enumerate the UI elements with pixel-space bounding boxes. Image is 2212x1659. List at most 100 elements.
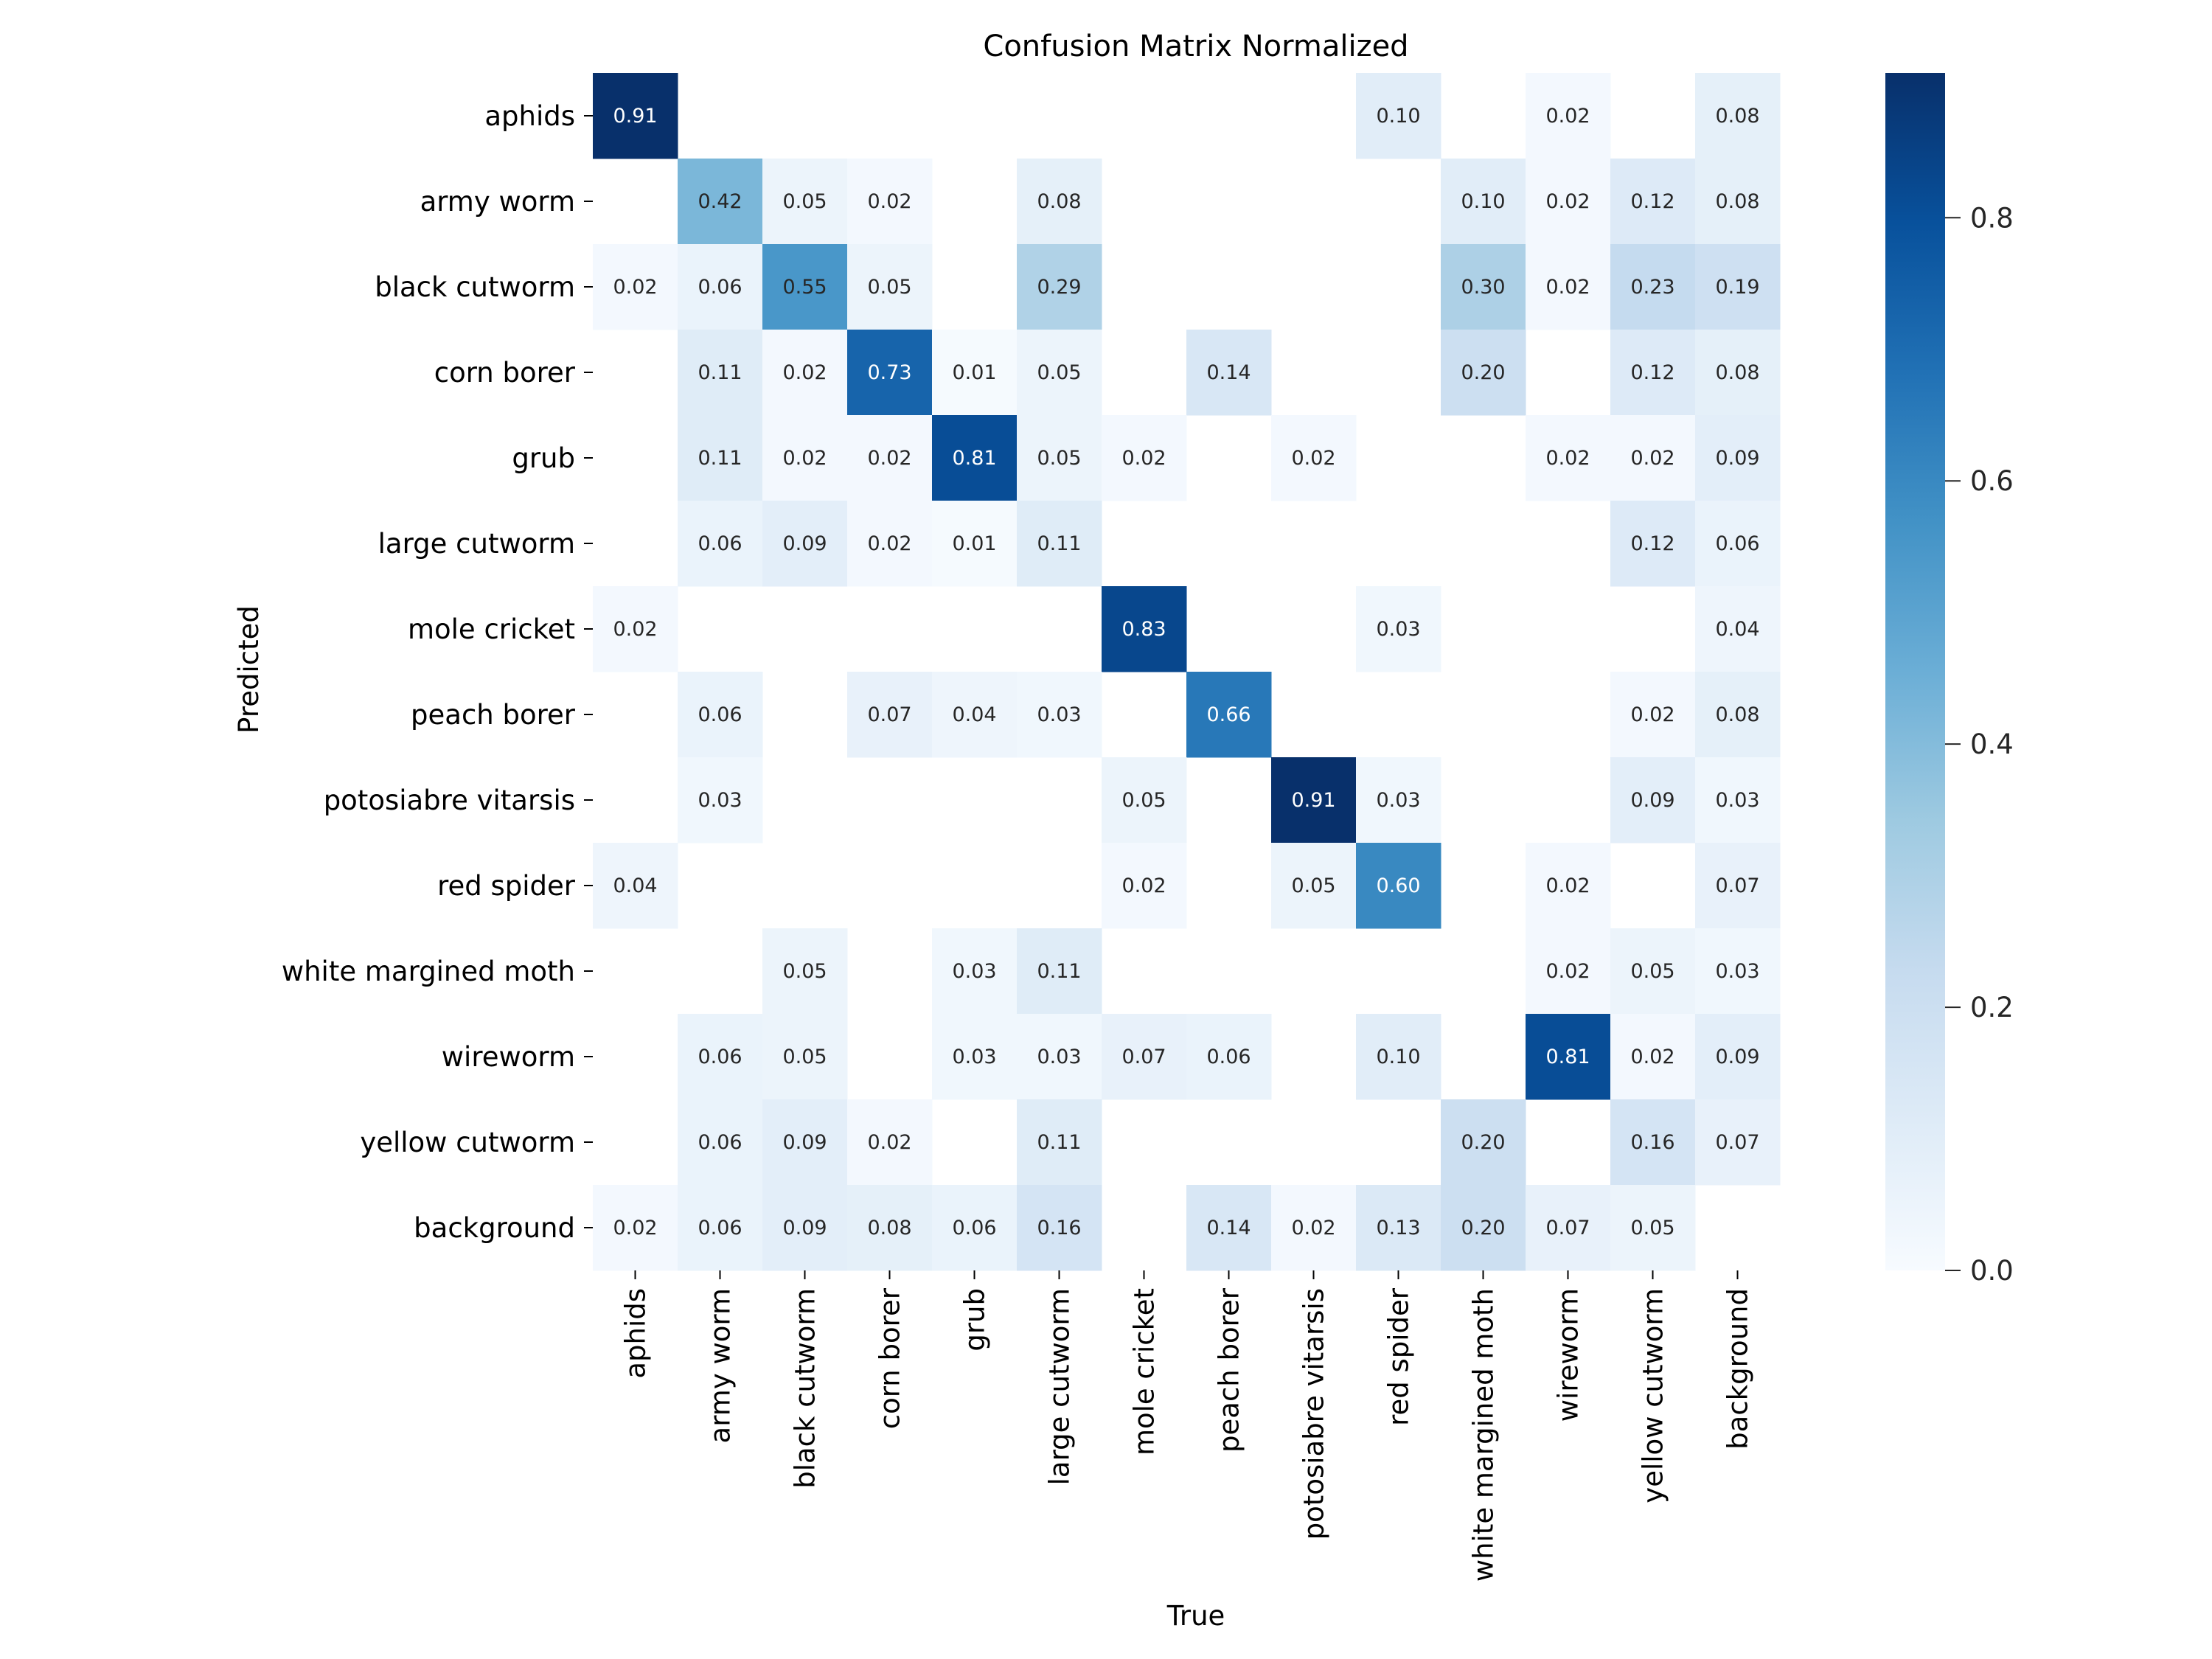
cell-value-label: 0.03 bbox=[1037, 1046, 1081, 1068]
colorbar-tick-label: 0.4 bbox=[1970, 728, 2014, 760]
cell-value-label: 0.02 bbox=[1545, 190, 1590, 213]
cell-value-label: 0.01 bbox=[952, 361, 996, 384]
cell-value-label: 0.02 bbox=[1545, 960, 1590, 983]
x-tick-label: army worm bbox=[705, 1288, 737, 1443]
cell-value-label: 0.01 bbox=[952, 532, 996, 555]
colorbar-tick-label: 0.6 bbox=[1970, 465, 2014, 497]
x-tick-label: yellow cutworm bbox=[1638, 1288, 1669, 1503]
cell-value-label: 0.05 bbox=[1037, 361, 1081, 384]
cell-value-label: 0.13 bbox=[1376, 1217, 1420, 1239]
cell-value-label: 0.02 bbox=[867, 532, 911, 555]
cell-value-label: 0.05 bbox=[1630, 960, 1674, 983]
x-tick-label: mole cricket bbox=[1129, 1288, 1161, 1455]
cell-value-label: 0.81 bbox=[1545, 1046, 1590, 1068]
cell-value-label: 0.02 bbox=[1291, 447, 1335, 470]
x-tick-label: grub bbox=[959, 1288, 991, 1352]
cell-value-label: 0.03 bbox=[1037, 703, 1081, 726]
cell-value-label: 0.09 bbox=[782, 532, 827, 555]
cell-value-label: 0.05 bbox=[867, 276, 911, 299]
cell-value-label: 0.11 bbox=[698, 447, 742, 470]
colorbar-ticks: 0.0 0.2 0.4 0.6 0.8 bbox=[1945, 202, 2014, 1287]
y-tick-label: grub bbox=[512, 442, 575, 474]
cell-value-label: 0.20 bbox=[1461, 1131, 1505, 1154]
x-tick-label: wireworm bbox=[1553, 1288, 1585, 1422]
cell-value-label: 0.10 bbox=[1376, 1046, 1420, 1068]
cell-value-label: 0.14 bbox=[1206, 1217, 1251, 1239]
cell-value-label: 0.73 bbox=[867, 361, 911, 384]
y-tick-label: mole cricket bbox=[408, 613, 575, 645]
cell-value-label: 0.16 bbox=[1630, 1131, 1674, 1154]
cell-value-label: 0.02 bbox=[613, 1217, 657, 1239]
cell-value-label: 0.06 bbox=[698, 532, 742, 555]
cell-value-label: 0.14 bbox=[1206, 361, 1251, 384]
cell-value-label: 0.03 bbox=[698, 789, 742, 812]
confusion-matrix-figure: Confusion Matrix Normalized 0.91 0.10 0.02… bbox=[233, 29, 2014, 1632]
cell-value-label: 0.06 bbox=[1206, 1046, 1251, 1068]
cell-value-label: 0.12 bbox=[1630, 190, 1674, 213]
cell-value-label: 0.02 bbox=[867, 190, 911, 213]
cell-value-label: 0.06 bbox=[698, 1131, 742, 1154]
cell-value-label: 0.03 bbox=[952, 1046, 996, 1068]
cell-value-label: 0.12 bbox=[1630, 361, 1674, 384]
y-tick-label: red spider bbox=[437, 870, 576, 902]
cell-value-label: 0.60 bbox=[1376, 874, 1420, 897]
x-tick-label: black cutworm bbox=[790, 1288, 821, 1489]
cell-value-label: 0.10 bbox=[1376, 105, 1420, 128]
cell-value-label: 0.11 bbox=[1037, 960, 1081, 983]
cell-value-label: 0.04 bbox=[952, 703, 996, 726]
cell-value-label: 0.02 bbox=[613, 618, 657, 641]
y-tick-label: black cutworm bbox=[375, 271, 575, 303]
cell-value-label: 0.02 bbox=[1630, 1046, 1674, 1068]
cell-value-label: 0.06 bbox=[952, 1217, 996, 1239]
x-axis-label: True bbox=[1166, 1600, 1225, 1632]
cell-value-label: 0.02 bbox=[1545, 105, 1590, 128]
cell-value-label: 0.16 bbox=[1037, 1217, 1081, 1239]
y-tick-label: wireworm bbox=[442, 1041, 575, 1073]
cell-value-label: 0.11 bbox=[1037, 532, 1081, 555]
colorbar-tick-label: 0.0 bbox=[1970, 1255, 2014, 1287]
heatmap-cells: 0.91 0.10 0.02 0.08 0.42 0.05 0.02 0.08 0.10 0.02… bbox=[593, 73, 1781, 1271]
cell-value-label: 0.07 bbox=[867, 703, 911, 726]
y-tick-label: army worm bbox=[420, 186, 575, 218]
y-tick-label: background bbox=[414, 1212, 575, 1244]
cell-value-label: 0.02 bbox=[1545, 276, 1590, 299]
colorbar-gradient bbox=[1885, 73, 1945, 1270]
cell-value-label: 0.07 bbox=[1545, 1217, 1590, 1239]
x-tick-label: corn borer bbox=[874, 1287, 906, 1429]
cell-value-label: 0.09 bbox=[1715, 1046, 1759, 1068]
cell-value-label: 0.02 bbox=[1291, 1217, 1335, 1239]
x-axis-ticks: aphids army worm black cutworm corn borer gr… bbox=[620, 1270, 1754, 1582]
cell-value-label: 0.03 bbox=[1376, 789, 1420, 812]
y-tick-label: potosiabre vitarsis bbox=[324, 785, 575, 816]
cell-value-label: 0.06 bbox=[698, 703, 742, 726]
y-tick-label: white margined moth bbox=[282, 956, 575, 987]
x-tick-label: background bbox=[1722, 1288, 1754, 1450]
cell-value-label: 0.12 bbox=[1630, 532, 1674, 555]
cell-value-label: 0.09 bbox=[1630, 789, 1674, 812]
cell-value-label: 0.66 bbox=[1206, 703, 1251, 726]
cell-value-label: 0.08 bbox=[1715, 361, 1759, 384]
cell-value-label: 0.05 bbox=[1291, 874, 1335, 897]
cell-value-label: 0.09 bbox=[1715, 447, 1759, 470]
cell-value-label: 0.91 bbox=[613, 105, 657, 128]
cell-value-label: 0.02 bbox=[1121, 447, 1166, 470]
cell-value-label: 0.55 bbox=[782, 276, 827, 299]
cell-value-label: 0.02 bbox=[1630, 447, 1674, 470]
y-tick-label: corn borer bbox=[434, 357, 576, 389]
cell-value-label: 0.07 bbox=[1121, 1046, 1166, 1068]
cell-value-label: 0.07 bbox=[1715, 1131, 1759, 1154]
cell-value-label: 0.02 bbox=[1545, 874, 1590, 897]
cell-value-label: 0.91 bbox=[1291, 789, 1335, 812]
x-tick-label: white margined moth bbox=[1468, 1288, 1500, 1582]
cell-value-label: 0.05 bbox=[782, 960, 827, 983]
y-tick-label: yellow cutworm bbox=[360, 1127, 575, 1158]
cell-value-label: 0.11 bbox=[1037, 1131, 1081, 1154]
cell-value-label: 0.20 bbox=[1461, 361, 1505, 384]
x-tick-label: aphids bbox=[620, 1288, 652, 1379]
cell-value-label: 0.02 bbox=[1630, 703, 1674, 726]
cell-value-label: 0.02 bbox=[867, 1131, 911, 1154]
cell-value-label: 0.03 bbox=[1376, 618, 1420, 641]
colorbar-tick-label: 0.8 bbox=[1970, 202, 2014, 234]
cell-value-label: 0.20 bbox=[1461, 1217, 1505, 1239]
cell-value-label: 0.42 bbox=[698, 190, 742, 213]
